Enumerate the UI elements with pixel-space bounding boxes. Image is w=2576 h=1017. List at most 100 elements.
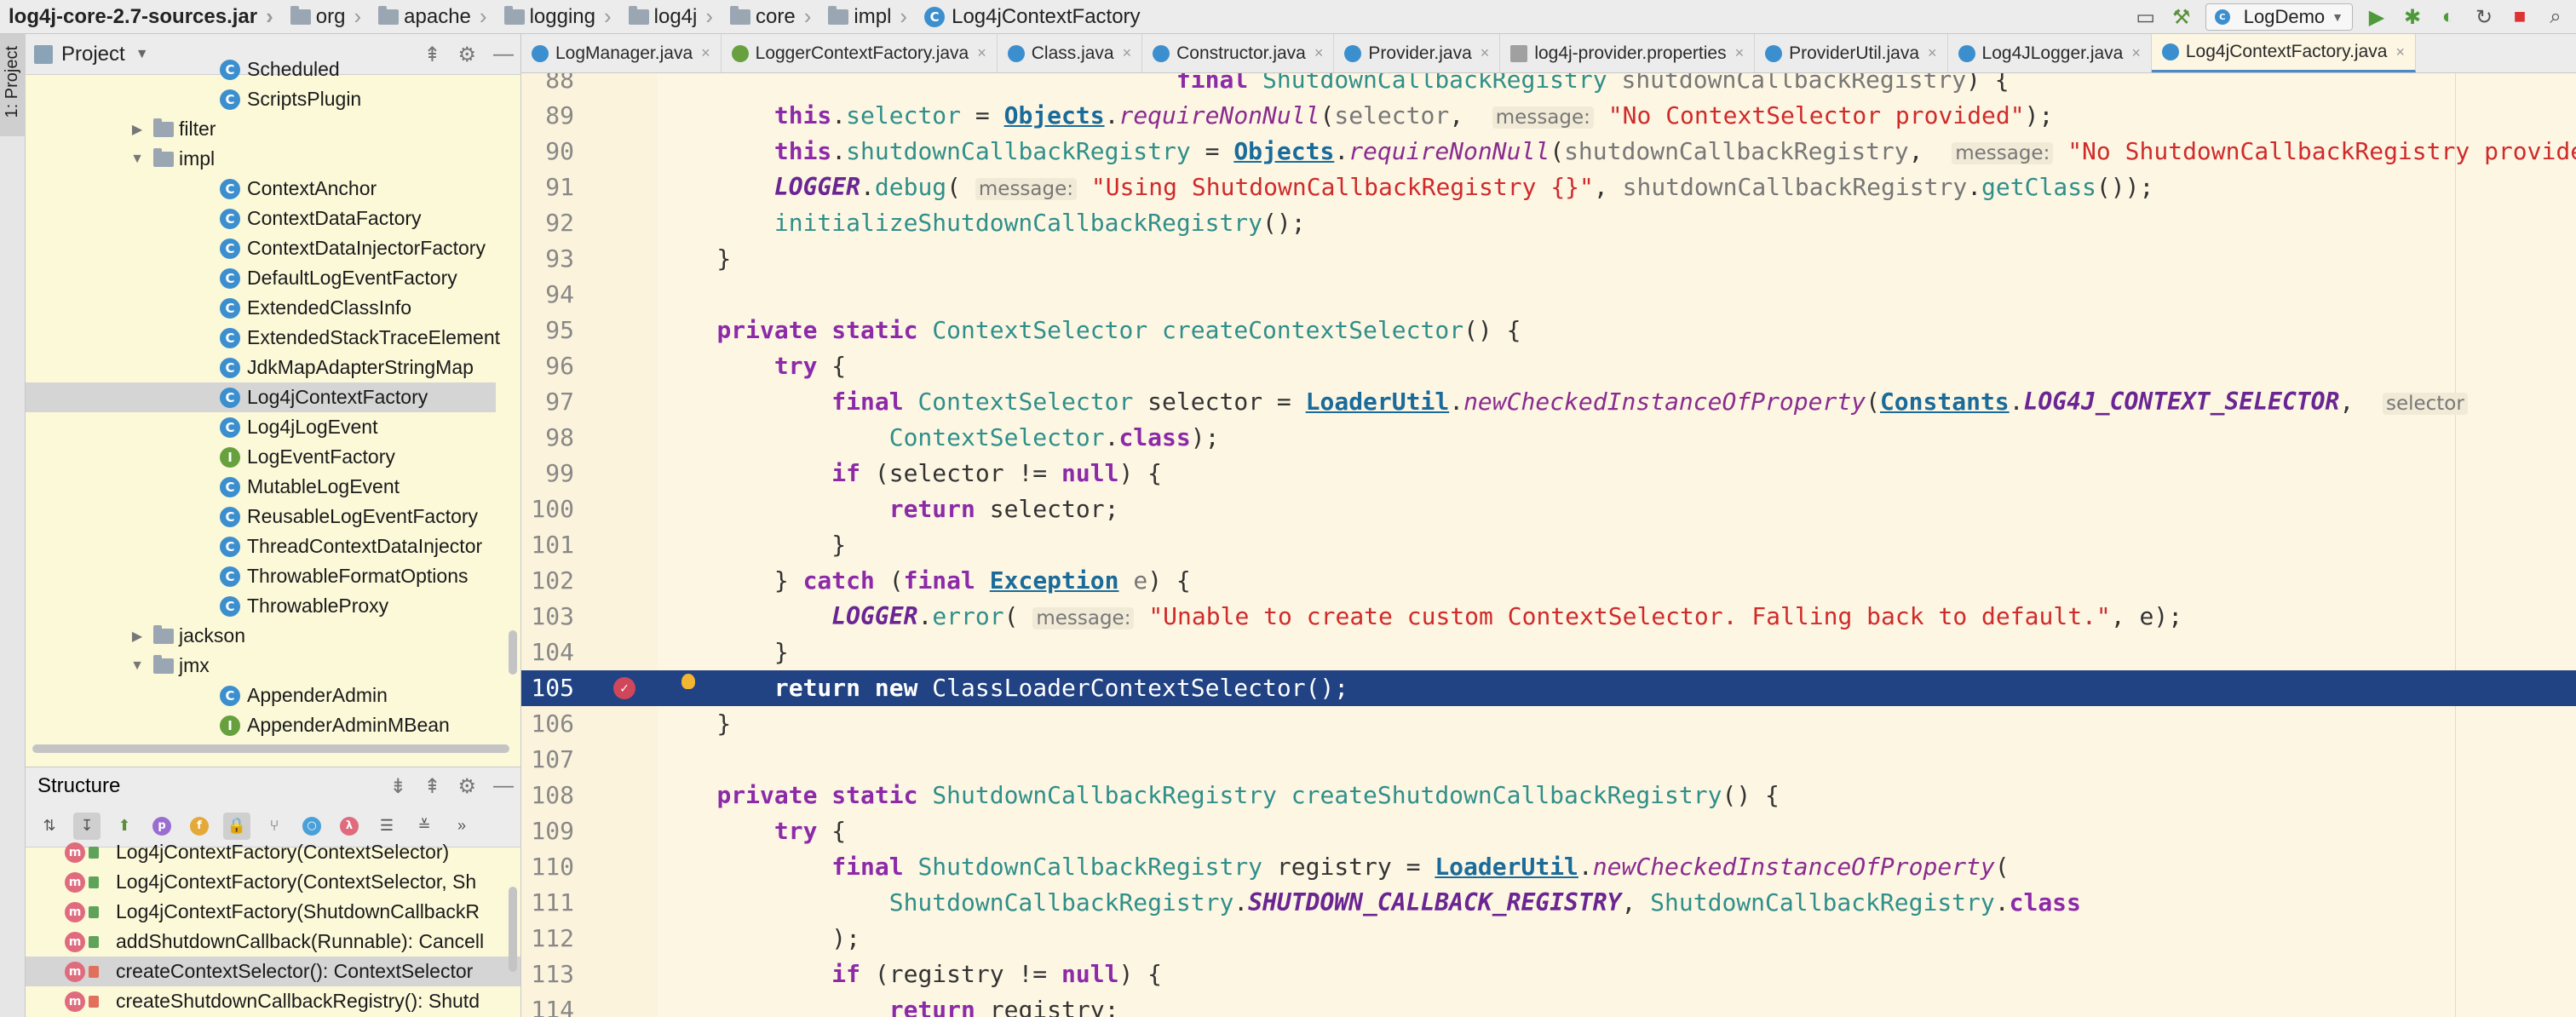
vertical-scrollbar[interactable] (509, 887, 517, 972)
coverage-icon[interactable]: ◐ (2436, 5, 2460, 29)
editor-tab[interactable]: Constructor.java × (1142, 34, 1335, 72)
run-icon[interactable]: ▶ (2365, 5, 2389, 29)
code-editor[interactable]: 88 final ShutdownCallbackRegistry shutdo… (521, 73, 2576, 1017)
code-line[interactable]: 89 this.selector = Objects.requireNonNul… (521, 98, 2576, 134)
breadcrumb-item[interactable]: log4j-core-2.7-sources.jar › (0, 3, 285, 30)
structure-item[interactable]: m addShutdownCallback(Runnable): Cancell (26, 927, 520, 957)
structure-item[interactable]: m Log4jContextFactory(ContextSelector) (26, 837, 520, 867)
close-icon[interactable]: × (1314, 44, 1324, 62)
chevron-right-icon[interactable]: ▶ (129, 121, 145, 138)
profile-icon[interactable]: ↻ (2472, 5, 2496, 29)
tree-item[interactable]: C Log4jContextFactory (26, 382, 496, 412)
code-line[interactable]: 107 (521, 742, 2576, 778)
code-line[interactable]: 88 final ShutdownCallbackRegistry shutdo… (521, 73, 2576, 98)
close-icon[interactable]: × (701, 44, 710, 62)
code-line[interactable]: 90 this.shutdownCallbackRegistry = Objec… (521, 134, 2576, 170)
gear-icon[interactable]: ⚙ (457, 43, 476, 67)
expand-icon[interactable]: ☰ (373, 813, 400, 840)
code-line[interactable]: 96 try { (521, 348, 2576, 384)
sort-alpha-icon[interactable]: ↧ (73, 812, 101, 840)
minimize-icon[interactable]: — (493, 43, 514, 66)
code-line[interactable]: 111 ShutdownCallbackRegistry.SHUTDOWN_CA… (521, 885, 2576, 921)
code-line[interactable]: 94 (521, 277, 2576, 313)
code-line[interactable]: 98 ContextSelector.class); (521, 420, 2576, 456)
close-icon[interactable]: × (2131, 44, 2141, 62)
expand-all-icon[interactable]: ⇟ (389, 774, 406, 799)
code-line[interactable]: 101 } (521, 527, 2576, 563)
more-icon[interactable]: » (448, 813, 475, 840)
show-lambdas-icon[interactable]: ⑂ (261, 813, 288, 840)
code-line[interactable]: 92 initializeShutdownCallbackRegistry(); (521, 205, 2576, 241)
show-anonymous-icon[interactable]: ○ (298, 813, 325, 840)
close-icon[interactable]: × (1481, 44, 1490, 62)
editor-tab[interactable]: Provider.java × (1334, 34, 1501, 72)
build-hammer-icon[interactable]: ⚒ (2170, 5, 2194, 29)
breadcrumb-item[interactable]: core › (725, 3, 823, 30)
breadcrumb-item[interactable]: log4j › (624, 3, 725, 30)
close-icon[interactable]: × (1928, 44, 1937, 62)
chevron-right-icon[interactable]: ▶ (129, 628, 145, 645)
horizontal-scrollbar[interactable] (32, 744, 509, 753)
structure-item[interactable]: m Log4jContextFactory(ContextSelector, Sh (26, 867, 520, 897)
code-line[interactable]: 91 LOGGER.debug( message: "Using Shutdow… (521, 170, 2576, 205)
code-line[interactable]: 93 } (521, 241, 2576, 277)
code-line[interactable]: 113 if (registry != null) { (521, 957, 2576, 992)
editor-tab[interactable]: Log4jContextFactory.java × (2151, 34, 2416, 72)
close-icon[interactable]: × (977, 44, 986, 62)
project-panel-title[interactable]: Project (61, 43, 125, 66)
chevron-down-icon[interactable]: ▼ (135, 47, 149, 62)
editor-tab[interactable]: LogManager.java × (521, 34, 722, 72)
code-line[interactable]: 112 ); (521, 921, 2576, 957)
debug-icon[interactable]: ✱ (2401, 5, 2424, 29)
code-line[interactable]: 95 private static ContextSelector create… (521, 313, 2576, 348)
sort-visibility-icon[interactable]: ⇅ (36, 813, 63, 840)
close-icon[interactable]: × (1735, 44, 1745, 62)
code-line[interactable]: 114 return registry; (521, 992, 2576, 1017)
close-icon[interactable]: × (2395, 43, 2405, 61)
editor-tab[interactable]: ProviderUtil.java × (1755, 34, 1948, 72)
code-line[interactable]: 108 private static ShutdownCallbackRegis… (521, 778, 2576, 813)
vertical-scrollbar[interactable] (509, 630, 517, 675)
code-line[interactable]: 109 try { (521, 813, 2576, 849)
show-fields-icon[interactable]: f (186, 813, 213, 840)
show-inherited-icon[interactable]: ⬆ (111, 813, 138, 840)
breadcrumb-item[interactable]: C Log4jContextFactory (919, 5, 1145, 29)
show-lambda-icon[interactable]: λ (336, 813, 363, 840)
editor-tab[interactable]: Class.java × (998, 34, 1143, 72)
breadcrumb-item[interactable]: logging › (499, 3, 624, 30)
close-icon[interactable]: × (1123, 44, 1132, 62)
minimize-icon[interactable]: — (493, 774, 514, 798)
gear-icon[interactable]: ⚙ (457, 774, 476, 799)
editor-tab[interactable]: Log4JLogger.java × (1948, 34, 2152, 72)
current-code-line[interactable]: 105 return new ClassLoaderContextSelecto… (521, 670, 2576, 706)
show-non-public-icon[interactable]: 🔒 (223, 812, 250, 840)
breadcrumb-item[interactable]: impl › (823, 3, 919, 30)
stop-icon[interactable]: ■ (2508, 5, 2532, 29)
collapse-all-icon[interactable]: ⇞ (423, 43, 440, 67)
breadcrumb-item[interactable]: apache › (373, 3, 498, 30)
structure-item[interactable]: m createContextSelector(): ContextSelecto… (26, 957, 520, 986)
code-line[interactable]: 104 } (521, 635, 2576, 670)
intention-bulb-icon[interactable] (681, 674, 695, 689)
editor-tab[interactable]: log4j-provider.properties × (1500, 34, 1756, 72)
structure-item[interactable]: m createShutdownCallbackRegistry(): Shutd (26, 986, 520, 1016)
code-line[interactable]: 106 } (521, 706, 2576, 742)
project-tool-tab[interactable]: 1: Project (0, 34, 26, 136)
code-line[interactable]: 97 final ContextSelector selector = Load… (521, 384, 2576, 420)
run-config-select[interactable]: C LogDemo ▼ (2205, 3, 2353, 31)
code-line[interactable]: 103 LOGGER.error( message: "Unable to cr… (521, 599, 2576, 635)
chevron-down-icon[interactable]: ▼ (129, 658, 145, 674)
code-line[interactable]: 110 final ShutdownCallbackRegistry regis… (521, 849, 2576, 885)
collapse-all-icon[interactable]: ⇞ (423, 774, 440, 799)
editor-tab[interactable]: LoggerContextFactory.java × (722, 34, 998, 72)
layout-icon[interactable]: ▭ (2134, 5, 2158, 29)
code-line[interactable]: 100 return selector; (521, 491, 2576, 527)
show-properties-icon[interactable]: p (148, 813, 175, 840)
code-line[interactable]: 102 } catch (final Exception e) { (521, 563, 2576, 599)
chevron-down-icon[interactable]: ▼ (129, 152, 145, 167)
collapse-icon[interactable]: ≚ (411, 813, 438, 840)
search-icon[interactable]: ⌕ (2544, 5, 2567, 29)
breakpoint-icon[interactable]: ✓ (613, 677, 635, 699)
structure-item[interactable]: m Log4jContextFactory(ShutdownCallbackR (26, 897, 520, 927)
breadcrumb-item[interactable]: org › (285, 3, 373, 30)
